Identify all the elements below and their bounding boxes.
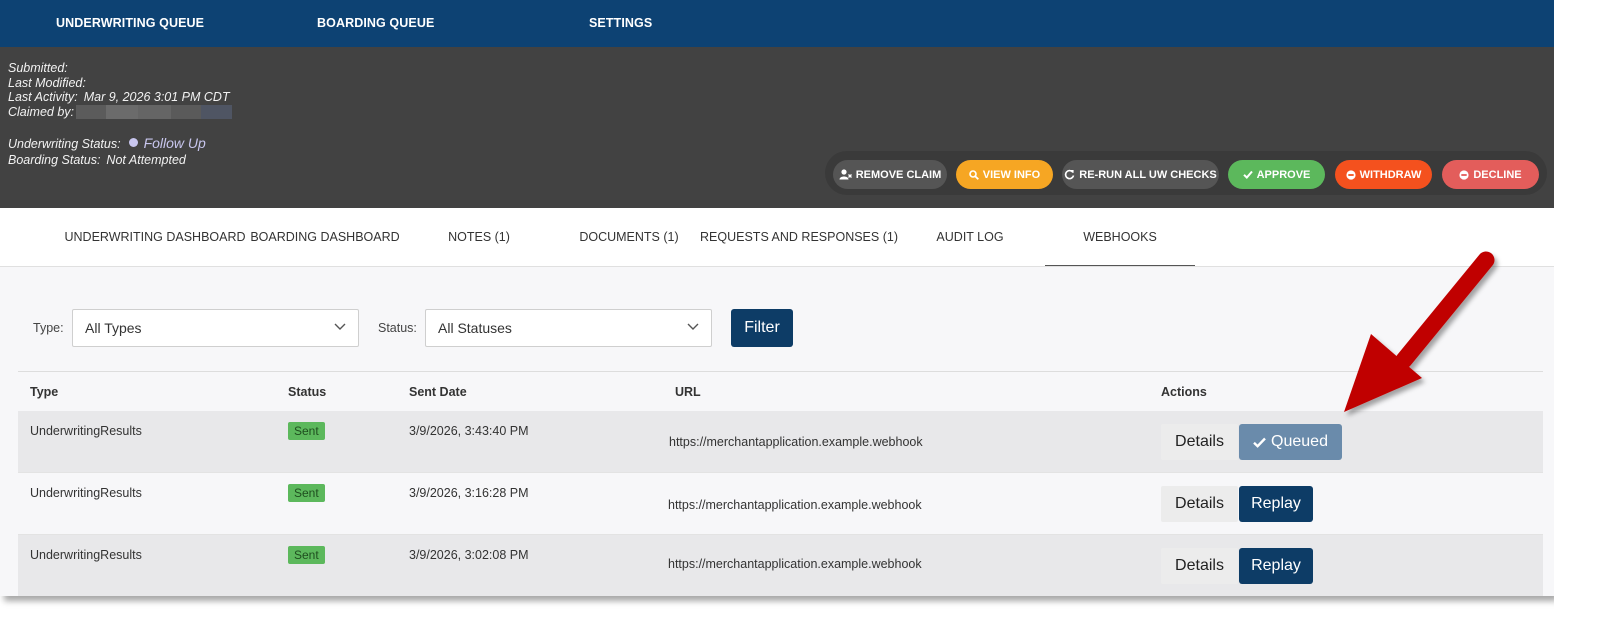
top-navigation: UNDERWRITING QUEUE BOARDING QUEUE SETTIN… bbox=[0, 0, 1554, 47]
rerun-uw-checks-label: RE-RUN ALL UW CHECKS bbox=[1079, 168, 1217, 181]
status-badge: Sent bbox=[288, 484, 325, 502]
status-filter-label: Status: bbox=[378, 321, 417, 335]
details-button[interactable]: Details bbox=[1161, 424, 1238, 460]
tab-notes[interactable]: NOTES (1) bbox=[404, 208, 554, 266]
last-activity-label: Last Activity: bbox=[8, 90, 78, 104]
remove-claim-label: REMOVE CLAIM bbox=[855, 168, 942, 181]
row-url: https://merchantapplication.example.webh… bbox=[668, 557, 922, 571]
filter-button[interactable]: Filter bbox=[731, 309, 793, 347]
decline-button[interactable]: DECLINE bbox=[1442, 160, 1539, 189]
replay-button[interactable]: Replay bbox=[1239, 548, 1313, 584]
view-info-button[interactable]: VIEW INFO bbox=[956, 160, 1053, 189]
submitted-label: Submitted: bbox=[8, 61, 68, 75]
claimed-by-redacted bbox=[76, 105, 232, 119]
row-type: UnderwritingResults bbox=[30, 486, 142, 500]
uw-status-value: Follow Up bbox=[143, 135, 206, 151]
row-sent-date: 3/9/2026, 3:16:28 PM bbox=[409, 486, 529, 500]
tab-bar: UNDERWRITING DASHBOARD BOARDING DASHBOAR… bbox=[0, 208, 1554, 267]
chevron-down-icon bbox=[687, 323, 699, 330]
table-header: Type Status Sent Date URL Actions bbox=[18, 371, 1543, 412]
status-badge: Sent bbox=[288, 422, 325, 440]
app-window: UNDERWRITING QUEUE BOARDING QUEUE SETTIN… bbox=[0, 0, 1554, 596]
table-row: UnderwritingResults Sent 3/9/2026, 3:16:… bbox=[18, 473, 1543, 535]
row-type: UnderwritingResults bbox=[30, 424, 142, 438]
approve-button[interactable]: APPROVE bbox=[1228, 160, 1325, 189]
rerun-uw-checks-button[interactable]: RE-RUN ALL UW CHECKS bbox=[1062, 160, 1219, 189]
row-url: https://merchantapplication.example.webh… bbox=[668, 498, 922, 512]
nav-settings[interactable]: SETTINGS bbox=[589, 16, 652, 30]
search-icon bbox=[968, 169, 979, 180]
status-badge: Sent bbox=[288, 546, 325, 564]
decline-label: DECLINE bbox=[1473, 168, 1522, 181]
status-select-value: All Statuses bbox=[438, 320, 512, 336]
view-info-label: VIEW INFO bbox=[982, 168, 1041, 181]
check-icon bbox=[1242, 170, 1253, 179]
row-url: https://merchantapplication.example.webh… bbox=[669, 435, 923, 449]
table-row: UnderwritingResults Sent 3/9/2026, 3:43:… bbox=[18, 411, 1543, 473]
details-button[interactable]: Details bbox=[1161, 486, 1238, 522]
row-type: UnderwritingResults bbox=[30, 548, 142, 562]
last-modified-label: Last Modified: bbox=[8, 76, 86, 90]
tab-documents[interactable]: DOCUMENTS (1) bbox=[554, 208, 704, 266]
tab-audit-log[interactable]: AUDIT LOG bbox=[895, 208, 1045, 266]
boarding-status-label: Boarding Status: bbox=[8, 153, 101, 167]
last-activity-value: Mar 9, 2026 3:01 PM CDT bbox=[83, 90, 230, 104]
uw-status-label: Underwriting Status: bbox=[8, 137, 121, 151]
col-header-sent-date: Sent Date bbox=[409, 385, 467, 399]
withdraw-label: WITHDRAW bbox=[1359, 168, 1422, 181]
nav-underwriting-queue[interactable]: UNDERWRITING QUEUE bbox=[56, 16, 204, 30]
col-header-type: Type bbox=[30, 385, 59, 399]
queued-button[interactable]: Queued bbox=[1239, 424, 1342, 460]
arrow-pointer-icon bbox=[1344, 251, 1495, 412]
status-dot-icon bbox=[128, 138, 138, 147]
user-remove-icon bbox=[839, 169, 852, 180]
table-row: UnderwritingResults Sent 3/9/2026, 3:02:… bbox=[18, 535, 1543, 596]
refresh-icon bbox=[1065, 169, 1075, 180]
status-select[interactable]: All Statuses bbox=[425, 309, 712, 347]
type-select[interactable]: All Types bbox=[72, 309, 359, 347]
col-header-url: URL bbox=[675, 385, 701, 399]
row-sent-date: 3/9/2026, 3:02:08 PM bbox=[409, 548, 529, 562]
chevron-down-icon bbox=[334, 323, 346, 330]
approve-label: APPROVE bbox=[1256, 168, 1311, 181]
replay-button[interactable]: Replay bbox=[1239, 486, 1313, 522]
tab-underwriting-dashboard[interactable]: UNDERWRITING DASHBOARD bbox=[63, 208, 247, 266]
details-button[interactable]: Details bbox=[1161, 548, 1238, 584]
boarding-status-value: Not Attempted bbox=[106, 153, 186, 167]
col-header-status: Status bbox=[288, 385, 327, 399]
nav-boarding-queue[interactable]: BOARDING QUEUE bbox=[317, 16, 434, 30]
submitted-row: Submitted: bbox=[8, 61, 68, 75]
row-sent-date: 3/9/2026, 3:43:40 PM bbox=[409, 424, 529, 438]
type-filter-label: Type: bbox=[33, 321, 64, 335]
claimed-by-label: Claimed by: bbox=[8, 105, 74, 119]
remove-claim-button[interactable]: REMOVE CLAIM bbox=[833, 160, 947, 189]
last-activity-row: Last Activity: Mar 9, 2026 3:01 PM CDT bbox=[8, 90, 230, 104]
uw-status-row: Underwriting Status: Follow Up bbox=[8, 135, 206, 151]
claimed-by-row: Claimed by: bbox=[8, 105, 74, 119]
col-header-actions: Actions bbox=[1161, 385, 1207, 399]
minus-circle-icon bbox=[1346, 169, 1356, 180]
minus-circle-icon bbox=[1459, 169, 1469, 180]
tab-boarding-dashboard[interactable]: BOARDING DASHBOARD bbox=[249, 208, 401, 266]
tab-webhooks[interactable]: WEBHOOKS bbox=[1045, 208, 1195, 266]
withdraw-button[interactable]: WITHDRAW bbox=[1335, 160, 1432, 189]
boarding-status-row: Boarding Status: Not Attempted bbox=[8, 153, 186, 167]
last-modified-row: Last Modified: bbox=[8, 76, 86, 90]
check-icon bbox=[1253, 437, 1266, 448]
type-select-value: All Types bbox=[85, 320, 142, 336]
tab-requests-responses[interactable]: REQUESTS AND RESPONSES (1) bbox=[700, 208, 898, 266]
queued-label: Queued bbox=[1271, 433, 1328, 450]
page-margin bbox=[1554, 0, 1616, 627]
